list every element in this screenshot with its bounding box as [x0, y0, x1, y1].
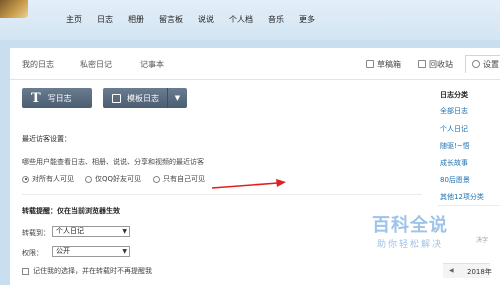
category-80s-wishes[interactable]: 80后愿景	[440, 175, 470, 185]
section-divider	[22, 194, 422, 195]
log-tabs: 我的日志 私密日记 记事本 草稿箱 回收站 设置	[10, 48, 500, 80]
radio-label-self: 只有自己可见	[163, 175, 205, 183]
tab-private-log[interactable]: 私密日记	[80, 59, 112, 70]
watermark-sub-text: 助你轻松解决	[376, 240, 443, 250]
nav-item-guestbook[interactable]: 留言板	[159, 14, 183, 25]
settings-label: 设置	[483, 60, 499, 69]
remember-choice-checkbox[interactable]: 记住我的选择，并在转载时不再提醒我	[22, 266, 152, 276]
radio-circle	[85, 175, 92, 183]
red-arrow-annotation	[211, 179, 286, 189]
template-log-button[interactable]: 模板日志 ▼	[103, 88, 187, 108]
sidebar-search-text: 决字	[476, 237, 489, 244]
radio-visible-all[interactable]: 对所有人可见	[22, 174, 74, 184]
repost-reminder-title: 转载提醒：仅在当前浏览器生效	[22, 207, 120, 215]
checkbox-box	[22, 267, 29, 275]
radio-visible-qq-friends[interactable]: 仅QQ好友可见	[85, 174, 141, 184]
category-more[interactable]: 其他12项分类	[440, 192, 484, 202]
remember-choice-label: 记住我的选择，并在转载时不再提醒我	[33, 267, 152, 275]
drafts-icon	[366, 60, 374, 68]
category-essays[interactable]: 随驱!~悟	[440, 141, 470, 151]
text-t-icon: T	[31, 90, 41, 106]
chevron-down-icon: ▼	[122, 228, 127, 235]
nav-item-log[interactable]: 日志	[97, 14, 113, 25]
category-growth-stories[interactable]: 成长故事	[440, 158, 468, 168]
calendar-header: ◀ 2018年	[443, 263, 492, 278]
category-all-logs[interactable]: 全部日志	[440, 106, 468, 116]
log-categories-title: 日志分类	[440, 91, 468, 99]
sidebar-divider	[438, 205, 500, 206]
radio-label-all: 对所有人可见	[32, 175, 74, 183]
visitor-settings-question: 哪些用户能查看日志、相册、说说、分享和视频的最近访客	[22, 158, 204, 166]
write-log-button[interactable]: T 写日志	[22, 88, 92, 108]
category-personal-diary[interactable]: 个人日记	[440, 124, 468, 134]
nav-item-shuoshuo[interactable]: 说说	[198, 14, 214, 25]
nav-item-music[interactable]: 音乐	[268, 14, 284, 25]
chevron-down-icon[interactable]: ▼	[167, 88, 187, 108]
watermark-main-text: 百科全说	[372, 215, 448, 236]
repost-to-select[interactable]: 个人日记 ▼	[52, 226, 130, 237]
radio-label-qq-friends: 仅QQ好友可见	[95, 175, 142, 183]
write-log-label: 写日志	[47, 93, 72, 103]
repost-to-value: 个人日记	[56, 227, 84, 235]
nav-item-profile[interactable]: 个人档	[229, 14, 253, 25]
template-icon	[112, 93, 121, 103]
radio-circle-selected	[22, 175, 29, 183]
permission-value: 公开	[56, 247, 70, 255]
repost-to-label: 转载到：	[22, 229, 50, 237]
recycle-label: 回收站	[429, 60, 453, 69]
tab-my-log[interactable]: 我的日志	[22, 59, 54, 70]
nav-item-more[interactable]: 更多	[299, 14, 315, 25]
visitor-settings-title: 最近访客设置：	[22, 135, 71, 143]
nav-item-home[interactable]: 主页	[66, 14, 82, 25]
gear-icon	[472, 60, 480, 68]
nav-item-album[interactable]: 相册	[128, 14, 144, 25]
settings-tab[interactable]: 设置	[465, 55, 500, 73]
permission-label: 权限：	[22, 249, 43, 257]
template-log-label: 模板日志	[127, 93, 159, 103]
drafts-link[interactable]: 草稿箱	[366, 59, 401, 70]
trash-icon	[418, 60, 426, 68]
chevron-left-icon[interactable]: ◀	[449, 267, 454, 274]
user-avatar-image[interactable]	[0, 0, 28, 18]
top-navigation-bar: 主页 日志 相册 留言板 说说 个人档 音乐 更多	[0, 0, 500, 40]
tab-notebook[interactable]: 记事本	[140, 59, 164, 70]
main-nav: 主页 日志 相册 留言板 说说 个人档 音乐 更多	[66, 14, 330, 25]
watermark-logo: 百科全说 助你轻松解决	[367, 211, 453, 250]
radio-circle	[153, 175, 160, 183]
radio-visible-self[interactable]: 只有自己可见	[153, 174, 205, 184]
permission-select[interactable]: 公开 ▼	[52, 246, 130, 257]
drafts-label: 草稿箱	[377, 60, 401, 69]
chevron-down-icon: ▼	[122, 248, 127, 255]
calendar-year: 2018年	[467, 268, 492, 276]
recycle-bin-link[interactable]: 回收站	[418, 59, 453, 70]
